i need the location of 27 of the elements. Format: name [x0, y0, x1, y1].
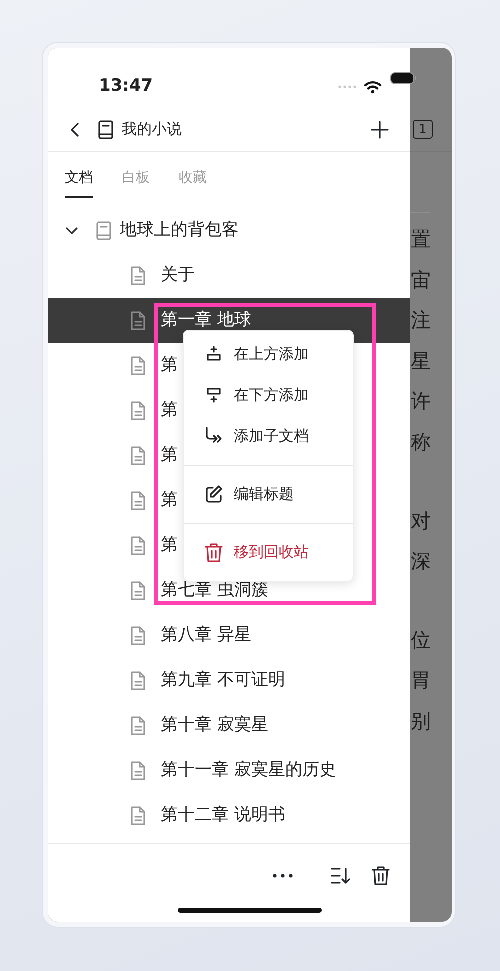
- document-title: 第十二章 说明书: [161, 804, 286, 827]
- document-title: 关于: [161, 264, 195, 287]
- document-title: 第八章 异星: [161, 624, 252, 647]
- page-text: 宙: [410, 266, 432, 294]
- status-time: 13:47: [99, 75, 154, 98]
- document-title: 第一章 地球: [161, 308, 252, 332]
- page-text: 置: [410, 226, 432, 253]
- document-title: 第: [161, 354, 178, 377]
- page-text: 许: [410, 388, 432, 416]
- page-text: 深: [410, 548, 432, 576]
- document-title: 第: [161, 488, 178, 512]
- page-text: 称: [410, 428, 432, 456]
- page-text: 位: [410, 626, 432, 654]
- page-text: 星: [410, 348, 432, 375]
- page-text: 胃: [410, 667, 432, 694]
- notebook-title: 我的小说: [122, 119, 182, 140]
- document-title: 第十章 寂寞星: [161, 714, 268, 737]
- page-text: 别: [410, 708, 432, 735]
- document-title: 第: [161, 444, 178, 467]
- document-title: 第: [161, 398, 178, 422]
- document-title: 第七章 虫洞簇: [161, 578, 268, 602]
- tree-item-title: 地球上的背包客: [120, 218, 239, 242]
- document-title: 第: [161, 534, 178, 557]
- page-text: 注: [410, 307, 432, 334]
- page-text: 对: [410, 508, 432, 535]
- document-title: 第十一章 寂寞星的历史: [161, 758, 336, 782]
- document-title: 第九章 不可证明: [161, 668, 286, 692]
